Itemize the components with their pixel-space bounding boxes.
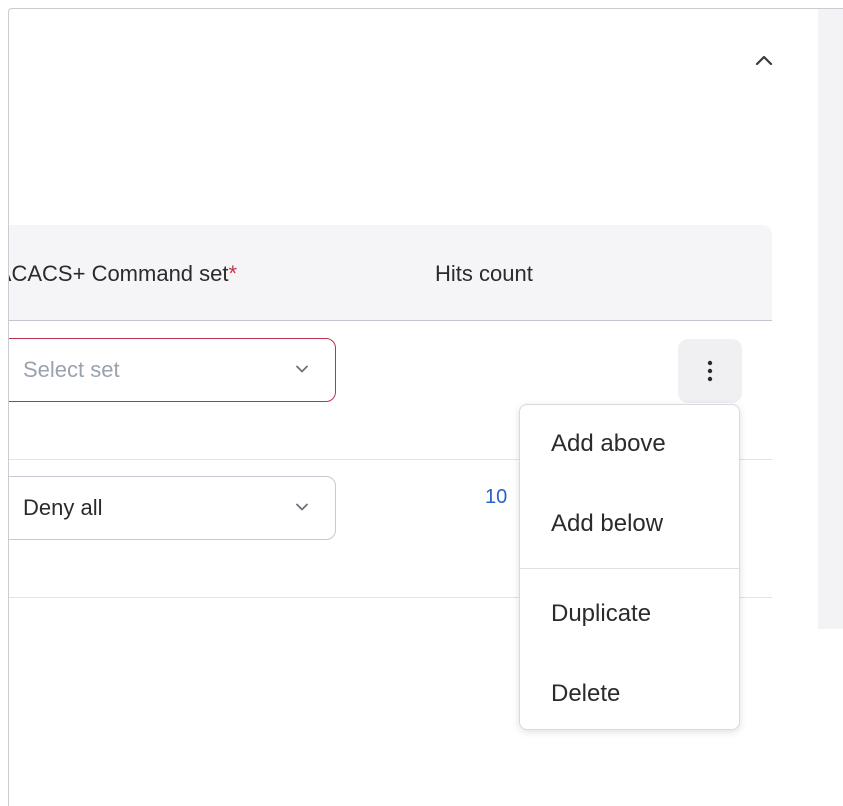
- column-header-hits-count: Hits count: [435, 261, 533, 286]
- menu-item-add-below[interactable]: Add below: [520, 493, 739, 555]
- column-header-label: TACACS+ Command set: [9, 261, 229, 286]
- table-header: TACACS+ Command set* Hits count: [9, 225, 772, 321]
- command-set-select[interactable]: Select set: [9, 338, 336, 402]
- command-set-select[interactable]: Deny all: [9, 476, 336, 540]
- hits-count-link[interactable]: 10: [485, 486, 507, 509]
- menu-divider: [520, 568, 739, 569]
- chevron-down-icon: [296, 503, 308, 511]
- required-mark: *: [228, 261, 238, 286]
- menu-item-add-above[interactable]: Add above: [520, 413, 739, 475]
- more-vertical-icon: [707, 360, 713, 382]
- scroll-area: [818, 9, 843, 629]
- menu-item-duplicate[interactable]: Duplicate: [520, 583, 739, 645]
- column-header-command-set: TACACS+ Command set*: [9, 261, 237, 287]
- menu-item-delete[interactable]: Delete: [520, 663, 739, 725]
- row-actions-menu: Add above Add below Duplicate Delete: [519, 404, 740, 730]
- select-placeholder: Select set: [23, 357, 120, 382]
- chevron-down-icon: [296, 365, 308, 373]
- select-value: Deny all: [23, 495, 103, 520]
- row-actions-button[interactable]: [678, 339, 742, 403]
